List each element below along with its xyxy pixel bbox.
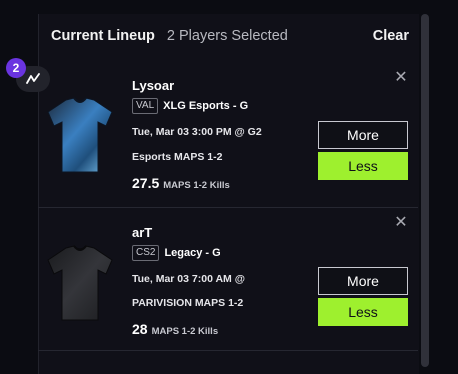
lineup-title: Current Lineup	[51, 28, 155, 44]
player-team: Legacy - G	[164, 247, 221, 259]
close-icon[interactable]: ✕	[394, 215, 408, 231]
match-time: Tue, Mar 03 3:00 PM @ G2	[132, 126, 262, 138]
match-time: Tue, Mar 03 7:00 AM @	[132, 273, 245, 285]
player-name: arT	[132, 225, 153, 240]
more-button[interactable]: More	[318, 121, 408, 149]
game-tag: CS2	[132, 245, 160, 261]
less-button[interactable]: Less	[318, 298, 408, 326]
player-team: XLG Esports - G	[163, 100, 249, 112]
match-opponent: PARIVISION MAPS 1-2	[132, 297, 244, 309]
player-meta: VAL XLG Esports - G	[132, 98, 248, 114]
lineup-header: Current Lineup 2 Players Selected Clear	[51, 26, 409, 46]
projection: 28 MAPS 1-2 Kills	[132, 321, 218, 337]
less-button[interactable]: Less	[318, 152, 408, 180]
projection-stat: MAPS 1-2 Kills	[163, 180, 230, 191]
clear-button[interactable]: Clear	[373, 28, 409, 44]
more-button[interactable]: More	[318, 267, 408, 295]
projection-value: 27.5	[132, 175, 160, 191]
player-card: arT CS2 Legacy - G Tue, Mar 03 7:00 AM @…	[38, 207, 418, 351]
jersey-image	[47, 245, 113, 321]
match-opponent: Esports MAPS 1-2	[132, 151, 223, 163]
projection-stat: MAPS 1-2 Kills	[151, 326, 219, 337]
divider	[38, 350, 418, 351]
lineup-count-badge: 2	[6, 58, 26, 78]
player-meta: CS2 Legacy - G	[132, 245, 221, 261]
player-name: Lysoar	[132, 78, 175, 93]
players-selected-count: 2 Players Selected	[166, 28, 288, 44]
projection: 27.5 MAPS 1-2 Kills	[132, 175, 230, 191]
jersey-image	[47, 97, 113, 173]
close-icon[interactable]: ✕	[394, 70, 408, 86]
game-tag: VAL	[132, 98, 159, 114]
scrollbar[interactable]	[421, 14, 429, 367]
projection-value: 28	[132, 321, 148, 337]
player-card: Lysoar VAL XLG Esports - G Tue, Mar 03 3…	[38, 66, 418, 206]
